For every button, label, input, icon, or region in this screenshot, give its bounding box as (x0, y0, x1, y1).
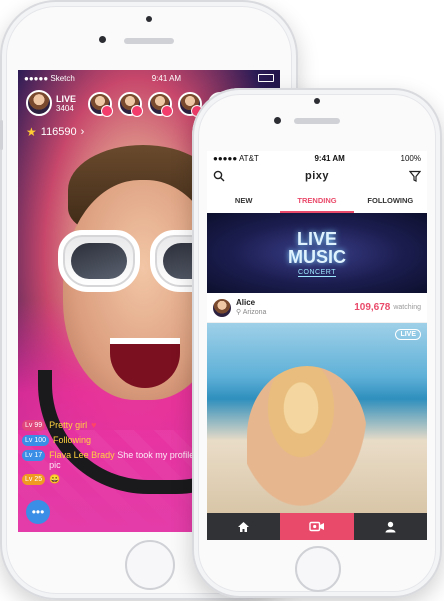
front-camera (314, 98, 320, 104)
home-icon (238, 521, 250, 532)
coin-value: 116590 (40, 126, 77, 138)
viewer-avatar[interactable] (148, 92, 173, 117)
volume-button (0, 120, 3, 150)
chat-bubble-icon[interactable]: ••• (26, 500, 50, 524)
tab-following[interactable]: FOLLOWING (354, 189, 427, 213)
battery-icon (257, 74, 274, 82)
host-avatar[interactable] (26, 90, 52, 116)
emoji-icon: 😀 (49, 474, 61, 484)
watching-count: 109,678 (354, 302, 391, 313)
sensor (99, 36, 106, 43)
carrier-label: ●●●●● Sketch (24, 73, 75, 83)
battery-label: 100% (400, 153, 421, 163)
home-button[interactable] (125, 540, 175, 590)
host-info[interactable]: LIVE 3404 (26, 90, 76, 116)
viewer-avatar[interactable] (88, 92, 113, 117)
earpiece (294, 118, 340, 124)
level-badge: Lv 17 (22, 450, 46, 461)
tab-new[interactable]: NEW (207, 189, 280, 213)
watching-label: watching (393, 304, 421, 311)
feed-tabs: NEW TRENDING FOLLOWING (207, 189, 427, 214)
streamer-name: Alice (236, 298, 256, 307)
banner-line-2: MUSIC (288, 246, 346, 267)
coin-counter[interactable]: ★ 116590 › (26, 125, 84, 139)
nav-profile[interactable] (354, 513, 427, 540)
time-label: 9:41 AM (151, 73, 182, 83)
live-label: LIVE (56, 93, 77, 104)
sensor (274, 117, 281, 124)
banner-line-1: LIVE (296, 228, 337, 249)
profile-icon (385, 521, 396, 532)
level-badge: Lv 25 (22, 474, 46, 485)
live-badge: LIVE (395, 329, 421, 340)
top-bar: pixy (207, 165, 427, 187)
streamer-avatar[interactable] (213, 298, 231, 317)
app-logo: pixy (304, 170, 329, 182)
front-camera (146, 16, 152, 22)
level-badge: Lv 100 (22, 435, 50, 446)
chevron-right-icon: › (80, 126, 85, 138)
status-bar: ●●●●● AT&T 9:41 AM 100% (207, 151, 427, 165)
tab-trending[interactable]: TRENDING (280, 189, 354, 213)
bottom-nav (207, 513, 427, 540)
filter-icon[interactable] (408, 170, 421, 182)
location-text: Arizona (242, 309, 267, 316)
nav-go-live[interactable] (280, 513, 354, 540)
streamer-location: ⚲ Arizona (236, 308, 266, 317)
search-icon[interactable] (213, 170, 225, 182)
viewer-count: 3404 (56, 103, 74, 113)
streamer-row[interactable]: Alice ⚲ Arizona 109,678 watching (207, 293, 427, 323)
star-icon: ★ (26, 125, 37, 139)
nav-home[interactable] (207, 513, 280, 540)
level-badge: Lv 99 (22, 420, 46, 431)
earpiece (124, 38, 174, 44)
viewer-avatar[interactable] (118, 92, 143, 117)
chat-username: Pretty girl (49, 420, 88, 430)
time-label: 9:41 AM (314, 153, 345, 163)
video-camera-icon (309, 521, 324, 532)
location-pin-icon: ⚲ (236, 309, 242, 316)
status-bar: ●●●●● Sketch 9:41 AM (18, 70, 280, 86)
banner-line-3: CONCERT (298, 268, 336, 277)
chat-username: Flava Lee Brady (49, 450, 115, 460)
promo-banner[interactable]: LIVE MUSIC CONCERT (207, 213, 427, 293)
chat-username: Following (53, 435, 92, 445)
home-button[interactable] (295, 546, 341, 592)
thumbnail-subject (247, 366, 367, 506)
heart-icon: ♥ (91, 420, 97, 430)
carrier-label: ●●●●● AT&T (213, 153, 259, 163)
browse-screen: ●●●●● AT&T 9:41 AM 100% pixy NEW TRENDIN… (207, 151, 427, 540)
